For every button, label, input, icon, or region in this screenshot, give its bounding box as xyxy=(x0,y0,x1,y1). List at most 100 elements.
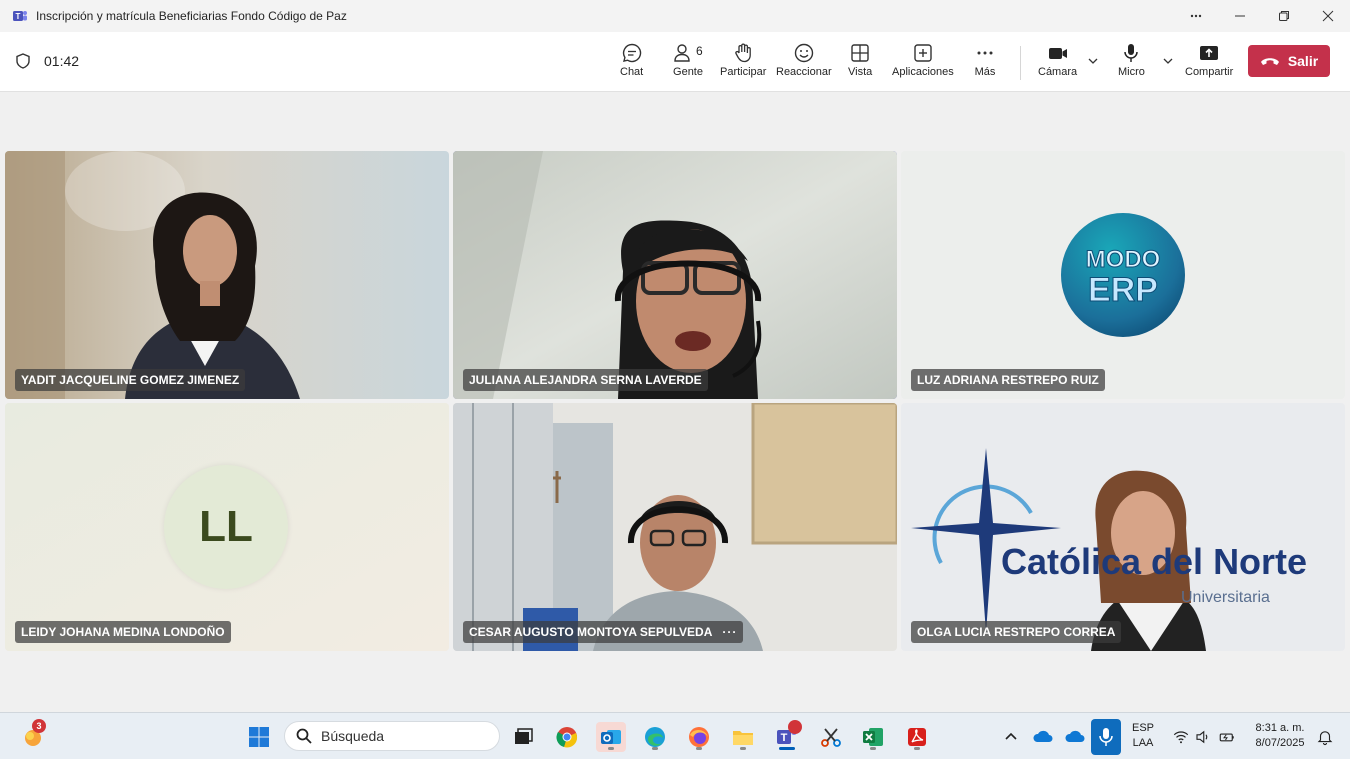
people-button[interactable]: 6 Gente xyxy=(672,40,704,78)
camera-button[interactable]: Cámara xyxy=(1038,40,1077,78)
start-button[interactable] xyxy=(244,722,274,752)
mic-label: Micro xyxy=(1118,66,1145,78)
more-label: Más xyxy=(974,66,996,78)
input-language[interactable]: ESP LAA xyxy=(1128,721,1158,751)
view-label: Vista xyxy=(848,66,873,78)
participant-video xyxy=(453,151,897,399)
apps-button[interactable]: Aplicaciones xyxy=(892,40,954,78)
search-placeholder: Búsqueda xyxy=(321,728,385,744)
running-indicator xyxy=(608,747,614,750)
hang-up-icon xyxy=(1260,58,1279,65)
participant-name: JULIANA ALEJANDRA SERNA LAVERDE xyxy=(463,369,708,391)
leave-button[interactable]: Salir xyxy=(1248,45,1330,77)
cloud-icon xyxy=(1065,730,1085,742)
share-button[interactable]: Compartir xyxy=(1185,40,1233,78)
outlook-app[interactable] xyxy=(596,722,626,752)
notification-badge: 3 xyxy=(32,719,46,733)
snipping-tool-app[interactable] xyxy=(816,722,846,752)
leave-label: Salir xyxy=(1287,53,1319,69)
battery-tray[interactable] xyxy=(1212,722,1242,752)
acrobat-app[interactable] xyxy=(902,722,932,752)
view-button[interactable]: Vista xyxy=(848,40,872,78)
more-horizontal-icon xyxy=(977,51,993,55)
participant-tile[interactable]: MODO ERP LUZ ADRIANA RESTREPO RUIZ xyxy=(901,151,1345,399)
language-code: ESP xyxy=(1131,722,1154,734)
chat-button[interactable]: Chat xyxy=(620,40,643,78)
people-icon xyxy=(674,44,690,62)
excel-app[interactable] xyxy=(858,722,888,752)
edge-app[interactable] xyxy=(640,722,670,752)
grid-view-icon xyxy=(851,44,869,62)
raise-hand-button[interactable]: Participar xyxy=(720,40,766,78)
more-options-icon[interactable] xyxy=(1174,0,1218,32)
weather-widget[interactable]: 3 xyxy=(18,719,48,752)
windows-logo-icon xyxy=(249,727,269,747)
battery-charging-icon xyxy=(1219,733,1234,742)
edge-icon xyxy=(645,727,665,747)
window-title: Inscripción y matrícula Beneficiarias Fo… xyxy=(36,9,347,23)
meeting-toolbar: 01:42 Chat 6 Gente Participar Reaccionar… xyxy=(0,32,1350,92)
show-hidden-icons-button[interactable] xyxy=(996,722,1026,752)
participant-name: OLGA LUCIA RESTREPO CORREA xyxy=(911,621,1122,643)
participant-name-text: CESAR AUGUSTO MONTOYA SEPULVEDA xyxy=(469,625,713,639)
minimize-button[interactable] xyxy=(1218,0,1262,32)
notifications-button[interactable] xyxy=(1310,722,1340,752)
clock-time: 8:31 a. m. xyxy=(1255,722,1305,734)
firefox-app[interactable] xyxy=(684,722,714,752)
participant-name: LUZ ADRIANA RESTREPO RUIZ xyxy=(911,369,1105,391)
outlook-icon xyxy=(601,730,621,744)
clock[interactable]: 8:31 a. m. 8/07/2025 xyxy=(1246,721,1314,751)
participant-name: CESAR AUGUSTO MONTOYA SEPULVEDA ··· xyxy=(463,621,744,643)
participant-name: LEIDY JOHANA MEDINA LONDOÑO xyxy=(15,621,231,643)
participant-tile[interactable]: LL LEIDY JOHANA MEDINA LONDOÑO xyxy=(5,403,449,651)
react-button[interactable]: Reaccionar xyxy=(776,40,832,78)
raise-hand-label: Participar xyxy=(720,66,767,78)
mic-chevron-down-icon[interactable] xyxy=(1162,55,1174,67)
teams-app[interactable]: T xyxy=(772,720,802,752)
participant-tile-active-speaker[interactable]: JULIANA ALEJANDRA SERNA LAVERDE xyxy=(453,151,897,399)
pdf-icon xyxy=(908,728,926,746)
title-bar: T Inscripción y matrícula Beneficiarias … xyxy=(0,0,1350,32)
shield-icon xyxy=(16,53,30,69)
more-button[interactable]: Más xyxy=(974,40,996,78)
background-brand-title: Católica del Norte xyxy=(1001,541,1307,582)
people-label: Gente xyxy=(673,66,703,78)
background-brand-subtitle: Universitaria xyxy=(1181,589,1270,606)
task-view-button[interactable] xyxy=(508,722,538,752)
participant-more-options-icon[interactable]: ··· xyxy=(722,625,737,639)
chrome-app[interactable] xyxy=(552,722,582,752)
taskbar-search[interactable]: Búsqueda xyxy=(284,721,500,751)
onedrive-tray[interactable] xyxy=(1028,722,1058,752)
volume-icon xyxy=(1196,730,1208,744)
cloud-icon xyxy=(1033,730,1053,742)
running-indicator xyxy=(779,747,795,750)
mic-button[interactable]: Micro xyxy=(1118,40,1145,78)
meeting-timer: 01:42 xyxy=(14,52,79,70)
participant-tile[interactable]: CESAR AUGUSTO MONTOYA SEPULVEDA ··· xyxy=(453,403,897,651)
running-indicator xyxy=(740,747,746,750)
participant-tile[interactable]: Católica del Norte Universitaria OLGA LU… xyxy=(901,403,1345,651)
logo-text-top: MODO xyxy=(1086,246,1161,273)
share-screen-icon xyxy=(1200,46,1219,60)
running-indicator xyxy=(652,747,658,750)
chrome-icon xyxy=(556,727,578,748)
people-count: 6 xyxy=(696,44,703,58)
file-explorer-app[interactable] xyxy=(728,722,758,752)
onedrive-tray-2[interactable] xyxy=(1060,722,1090,752)
windows-taskbar: 3 Búsqueda T ESP LAA 8:31 a. m. 8/07/202… xyxy=(0,712,1350,759)
search-icon xyxy=(296,728,312,744)
participant-tile[interactable]: YADIT JACQUELINE GOMEZ JIMENEZ xyxy=(5,151,449,399)
camera-icon xyxy=(1048,48,1067,59)
keyboard-layout: LAA xyxy=(1132,737,1154,749)
camera-chevron-down-icon[interactable] xyxy=(1087,55,1099,67)
microphone-icon xyxy=(1099,728,1113,746)
background-brand-text: Católica del Norte Universitaria xyxy=(1001,541,1307,606)
restore-button[interactable] xyxy=(1262,0,1306,32)
notification-dot xyxy=(788,720,802,734)
close-button[interactable] xyxy=(1306,0,1350,32)
chat-label: Chat xyxy=(620,66,644,78)
voice-typing-tray[interactable] xyxy=(1091,719,1121,755)
logo-text-bottom: ERP xyxy=(1088,271,1158,309)
participant-video xyxy=(453,403,897,651)
modo-erp-logo: MODO ERP xyxy=(1085,246,1161,310)
